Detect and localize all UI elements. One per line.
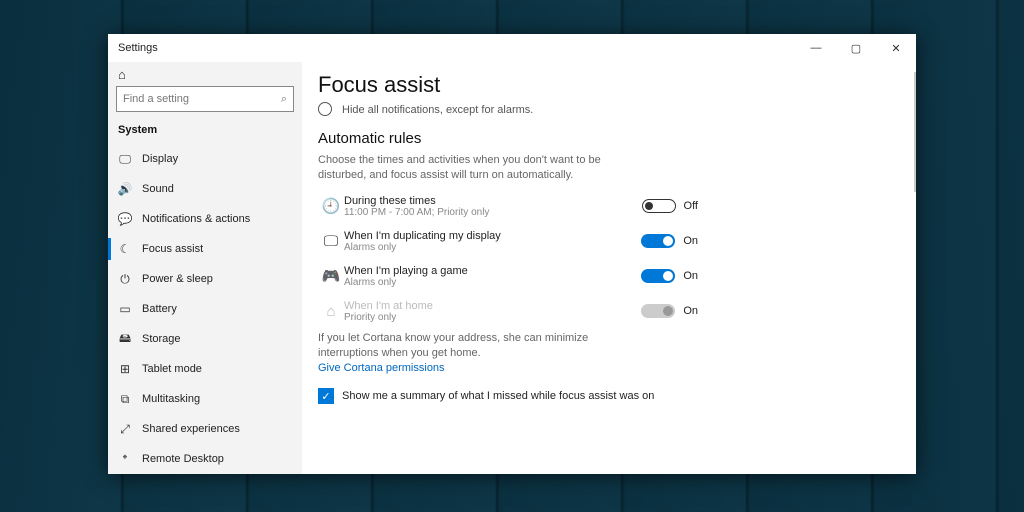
sidebar-item-label: Notifications & actions — [142, 213, 250, 225]
sidebar-item-sound[interactable]: 🔊 Sound — [108, 174, 302, 204]
titlebar: Settings — ▢ ✕ — [108, 34, 916, 62]
maximize-button[interactable]: ▢ — [836, 34, 876, 62]
sidebar-item-label: Shared experiences — [142, 423, 240, 435]
sidebar-item-tablet-mode[interactable]: ⊞ Tablet mode — [108, 354, 302, 384]
sidebar-item-display[interactable]: 🖵 Display — [108, 144, 302, 174]
sidebar-item-label: Focus assist — [142, 243, 203, 255]
sidebar-item-label: Multitasking — [142, 393, 200, 405]
sidebar-item-label: Display — [142, 153, 178, 165]
page-title: Focus assist — [318, 72, 900, 98]
automatic-rules-description: Choose the times and activities when you… — [318, 153, 608, 183]
sidebar-item-label: Power & sleep — [142, 273, 213, 285]
rule-state-label: Off — [684, 200, 698, 212]
summary-checkbox-label: Show me a summary of what I missed while… — [342, 390, 654, 402]
radio-icon — [318, 102, 332, 116]
sidebar-item-icon: 💬 — [118, 212, 132, 226]
rule-subtitle: Alarms only — [344, 242, 641, 253]
sidebar-item-icon: ☾ — [118, 242, 132, 256]
search-placeholder: Find a setting — [123, 93, 281, 105]
sidebar-item-icon: ⤢ — [118, 422, 132, 437]
home-button[interactable]: ⌂ — [108, 66, 302, 82]
rule-subtitle: Priority only — [344, 312, 641, 323]
minimize-button[interactable]: — — [796, 34, 836, 62]
rule-state-label: On — [683, 235, 698, 247]
rule-toggle[interactable] — [641, 234, 675, 248]
checkbox-icon: ✓ — [318, 388, 334, 404]
sidebar-item-label: Remote Desktop — [142, 453, 224, 465]
home-icon: ⌂ — [118, 67, 126, 82]
sidebar-item-power-sleep[interactable]: ⏻ Power & sleep — [108, 264, 302, 294]
rule-toggle[interactable] — [641, 269, 675, 283]
search-input[interactable]: Find a setting ⌕ — [116, 86, 294, 112]
rule-title: When I'm playing a game — [344, 265, 641, 277]
rule-icon: 🕘 — [318, 197, 344, 215]
sidebar-item-icon: ⧉ — [118, 392, 132, 407]
sidebar-item-battery[interactable]: ▭ Battery — [108, 294, 302, 324]
sidebar-item-storage[interactable]: 🖴 Storage — [108, 324, 302, 354]
search-icon: ⌕ — [281, 93, 287, 106]
rule-toggle — [641, 304, 675, 318]
sidebar-section-label: System — [108, 122, 302, 144]
cortana-permissions-link[interactable]: Give Cortana permissions — [318, 362, 900, 374]
sidebar-item-shared-experiences[interactable]: ⤢ Shared experiences — [108, 414, 302, 444]
sidebar-item-icon: ⏻ — [118, 272, 132, 287]
close-button[interactable]: ✕ — [876, 34, 916, 62]
main-content: Focus assist Hide all notifications, exc… — [302, 62, 916, 474]
rule-subtitle: 11:00 PM - 7:00 AM; Priority only — [344, 207, 642, 218]
cortana-info-text: If you let Cortana know your address, sh… — [318, 331, 608, 361]
scrollbar[interactable] — [914, 72, 916, 192]
sidebar-item-icon: ⊞ — [118, 362, 132, 376]
settings-window: Settings — ▢ ✕ ⌂ Find a setting ⌕ System… — [108, 34, 916, 474]
rule-icon: ⌂ — [318, 303, 344, 320]
rule-icon: 🎮 — [318, 267, 344, 285]
sidebar-item-icon: 🖵 — [118, 152, 132, 167]
sidebar-item-icon: 🖴 — [118, 329, 132, 350]
sidebar-item-icon: ▭ — [118, 302, 132, 316]
sidebar: ⌂ Find a setting ⌕ System 🖵 Display 🔊 Sound… — [108, 62, 302, 474]
rule-row[interactable]: ⌂When I'm at homePriority only On — [318, 300, 698, 323]
rule-state-label: On — [683, 305, 698, 317]
alarms-only-option[interactable]: Hide all notifications, except for alarm… — [318, 104, 900, 116]
rule-row[interactable]: 🎮When I'm playing a gameAlarms only On — [318, 265, 698, 288]
sidebar-item-label: Tablet mode — [142, 363, 202, 375]
app-title: Settings — [118, 42, 158, 54]
rule-row[interactable]: 🖵When I'm duplicating my displayAlarms o… — [318, 230, 698, 253]
rule-title: During these times — [344, 195, 642, 207]
rule-title: When I'm duplicating my display — [344, 230, 641, 242]
rule-state-label: On — [683, 270, 698, 282]
automatic-rules-heading: Automatic rules — [318, 130, 900, 147]
sidebar-item-label: Storage — [142, 333, 181, 345]
rule-row[interactable]: 🕘During these times11:00 PM - 7:00 AM; P… — [318, 195, 698, 218]
sidebar-item-remote-desktop[interactable]: 𝄌 Remote Desktop — [108, 444, 302, 474]
sidebar-item-icon: 🔊 — [118, 182, 132, 196]
sidebar-item-icon: 𝄌 — [118, 452, 132, 467]
rule-subtitle: Alarms only — [344, 277, 641, 288]
sidebar-item-label: Sound — [142, 183, 174, 195]
rule-title: When I'm at home — [344, 300, 641, 312]
summary-checkbox-row[interactable]: ✓ Show me a summary of what I missed whi… — [318, 388, 900, 404]
sidebar-item-focus-assist[interactable]: ☾ Focus assist — [108, 234, 302, 264]
sidebar-item-label: Battery — [142, 303, 177, 315]
sidebar-item-multitasking[interactable]: ⧉ Multitasking — [108, 384, 302, 414]
rule-icon: 🖵 — [318, 233, 344, 250]
sidebar-item-notifications-actions[interactable]: 💬 Notifications & actions — [108, 204, 302, 234]
rule-toggle[interactable] — [642, 199, 676, 213]
